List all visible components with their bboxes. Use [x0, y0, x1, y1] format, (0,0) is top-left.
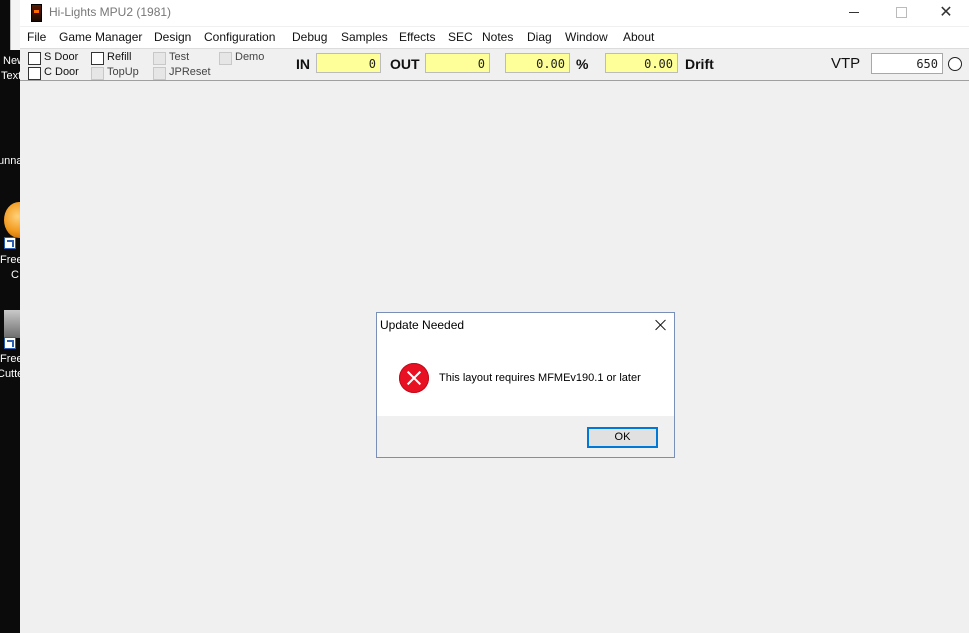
out-field[interactable]: 0 — [425, 53, 490, 73]
menu-debug[interactable]: Debug — [292, 30, 327, 44]
dialog-close-icon[interactable] — [653, 317, 669, 333]
vtp-field[interactable]: 650 — [871, 53, 943, 74]
checkbox-box[interactable] — [28, 52, 41, 65]
checkbox-label: Refill — [107, 51, 132, 63]
menu-samples[interactable]: Samples — [341, 30, 388, 44]
in-field[interactable]: 0 — [316, 53, 381, 73]
checkbox-box[interactable] — [219, 52, 232, 65]
dialog-message: This layout requires MFMEv190.1 or later — [439, 372, 641, 384]
checkbox-box[interactable] — [28, 67, 41, 80]
checkbox-label: S Door — [44, 51, 79, 63]
menu-configuration[interactable]: Configuration — [204, 30, 275, 44]
menu-game-manager[interactable]: Game Manager — [59, 30, 142, 44]
maximize-button[interactable] — [878, 0, 924, 26]
menu-file[interactable]: File — [27, 30, 46, 44]
minimize-icon — [849, 12, 859, 13]
checkbox-box[interactable] — [153, 67, 166, 80]
checkbox-box[interactable] — [91, 52, 104, 65]
in-label: IN — [296, 56, 310, 72]
checkbox-box[interactable] — [91, 67, 104, 80]
desktop-label: Free — [0, 353, 20, 365]
title-bar[interactable]: Hi-Lights MPU2 (1981) ✕ — [20, 0, 969, 26]
window-title: Hi-Lights MPU2 (1981) — [49, 5, 172, 19]
desktop-label: unna — [0, 155, 20, 167]
shortcut-arrow-icon — [4, 337, 16, 349]
percent-field[interactable]: 0.00 — [505, 53, 570, 73]
menu-notes[interactable]: Notes — [482, 30, 513, 44]
percent-label: % — [576, 56, 589, 72]
desktop-strip: New Text unna Free C Free Cutte — [0, 0, 20, 633]
menu-bar: File Game Manager Design Configuration D… — [20, 27, 969, 48]
shortcut-arrow-icon — [4, 237, 16, 249]
checkbox-label: TopUp — [107, 66, 139, 78]
out-label: OUT — [390, 56, 420, 72]
vtp-radio-button[interactable] — [948, 57, 962, 71]
text-document-icon[interactable] — [10, 0, 20, 50]
desktop-label: C — [11, 269, 19, 281]
maximize-icon — [896, 7, 907, 18]
desktop-label: New — [3, 55, 20, 67]
close-icon: ✕ — [939, 4, 953, 21]
app-gray-icon[interactable] — [4, 310, 20, 338]
minimize-button[interactable] — [832, 0, 878, 26]
menu-design[interactable]: Design — [154, 30, 191, 44]
ok-button[interactable]: OK — [587, 427, 658, 448]
app-icon[interactable] — [31, 4, 42, 22]
app-orange-icon[interactable] — [4, 202, 20, 238]
drift-field[interactable]: 0.00 — [605, 53, 678, 73]
desktop-label: Free — [0, 254, 20, 266]
checkbox-label: C Door — [44, 66, 79, 78]
desktop-label: Cutte — [0, 368, 20, 380]
toolbar: S Door C Door Refill TopUp Test JPReset … — [20, 48, 969, 81]
checkbox-label: JPReset — [169, 66, 211, 78]
menu-window[interactable]: Window — [565, 30, 608, 44]
menu-diag[interactable]: Diag — [527, 30, 552, 44]
vtp-label: VTP — [831, 55, 861, 72]
menu-sec[interactable]: SEC — [448, 30, 473, 44]
checkbox-label: Test — [169, 51, 190, 63]
drift-label: Drift — [685, 56, 714, 72]
menu-about[interactable]: About — [623, 30, 654, 44]
menu-effects[interactable]: Effects — [399, 30, 435, 44]
dialog-title: Update Needed — [380, 318, 465, 332]
error-icon — [399, 363, 429, 393]
desktop-label: Text — [1, 70, 20, 82]
dialog-footer: OK — [377, 416, 674, 457]
checkbox-box[interactable] — [153, 52, 166, 65]
checkbox-label: Demo — [235, 51, 265, 63]
close-button[interactable]: ✕ — [923, 0, 969, 26]
update-needed-dialog: Update Needed This layout requires MFMEv… — [376, 312, 675, 458]
